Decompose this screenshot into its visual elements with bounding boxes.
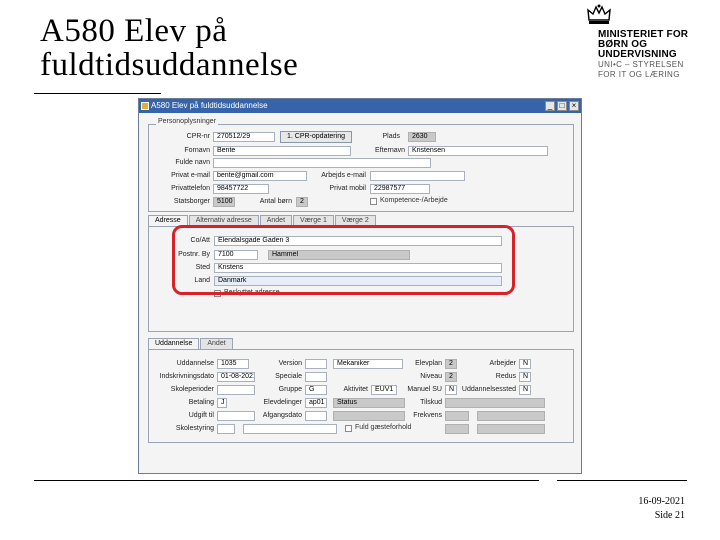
fornavn-field[interactable]: Bente — [213, 146, 351, 156]
tilskud-field — [445, 398, 545, 408]
title-underline — [34, 93, 161, 94]
uddannelse-field[interactable]: 1035 — [217, 359, 249, 369]
fulde-navn-field[interactable] — [213, 158, 431, 168]
arbejder-field[interactable]: N — [519, 359, 531, 369]
highlight-ring — [172, 225, 515, 295]
manuel-su-field[interactable]: N — [445, 385, 457, 395]
slide-title: A580 Elev på fuldtidsuddannelse — [40, 14, 460, 82]
fuld-label: Fuld gæsteforhold — [355, 424, 412, 431]
elevplan-label: Elevplan — [415, 360, 442, 367]
privat-tlf-field[interactable]: 98457722 — [213, 184, 269, 194]
slide-title-line2: fuldtidsuddannelse — [40, 47, 299, 83]
version-label: Version — [278, 360, 302, 367]
arbejder-label: Arbejder — [489, 360, 516, 367]
niveau-label: Niveau — [420, 373, 442, 380]
speciale-label: Speciale — [275, 373, 302, 380]
maximize-button[interactable]: □ — [557, 101, 567, 111]
tab-andet-2[interactable]: Andet — [200, 338, 233, 349]
cpr-field[interactable]: 270512/29 — [213, 132, 275, 142]
udgift-label: Udgift til — [188, 412, 214, 419]
footer-rule-left — [34, 480, 539, 481]
email-label: Privat e-mail — [171, 172, 210, 179]
skoledatoer-field[interactable] — [217, 385, 255, 395]
row6-grey-field-1 — [445, 424, 469, 434]
frekvens-field — [445, 411, 469, 421]
efternavn-field[interactable]: Kristensen — [408, 146, 548, 156]
logo-text-line4: UNI•C – STYRELSEN — [598, 60, 684, 69]
manuel-su-label: Manuel SU — [407, 386, 442, 393]
redus-label: Redus — [495, 373, 516, 380]
kompetence-label: Kompetence-/Arbejde — [380, 197, 448, 204]
betaling-field[interactable]: J — [217, 398, 227, 408]
statsborger-field[interactable]: 5100 — [213, 197, 235, 207]
fulde-navn-label: Fulde navn — [175, 159, 210, 166]
plads-label: Plads — [382, 133, 400, 140]
arbejds-email-field[interactable] — [370, 171, 465, 181]
logo-text-line5: FOR IT OG LÆRING — [598, 70, 680, 79]
fuld-checkbox[interactable] — [345, 425, 352, 432]
afgang-extra-field — [333, 411, 405, 421]
tab-uddannelse[interactable]: Uddannelse — [148, 338, 200, 349]
footer-date: 16-09-2021 — [638, 496, 685, 507]
crown-icon — [587, 4, 611, 24]
kompetence-checkbox[interactable] — [370, 198, 377, 205]
education-tabs: Uddannelse Andet — [148, 338, 234, 349]
antal-born-field[interactable]: 2 — [296, 197, 308, 207]
aktivitet-field[interactable]: EUV1 — [371, 385, 397, 395]
close-button[interactable]: × — [569, 101, 579, 111]
afgang-label: Afgangsdato — [262, 412, 302, 419]
titel-field[interactable]: Mekaniker — [333, 359, 403, 369]
cpr-update-button[interactable]: 1. CPR-opdatering — [280, 131, 352, 143]
footer-rule-right — [557, 480, 687, 481]
uddannelse-label: Uddannelse — [176, 360, 214, 367]
minimize-button[interactable]: _ — [545, 101, 555, 111]
redus-field[interactable]: N — [519, 372, 531, 382]
efternavn-label: Efternavn — [375, 147, 405, 154]
afgang-field[interactable] — [305, 411, 327, 421]
elevplan-field[interactable]: 2 — [445, 359, 457, 369]
privat-mobil-label: Privat mobil — [329, 185, 366, 192]
row6-grey-field-2 — [477, 424, 545, 434]
frekvens-label: Frekvens — [413, 412, 442, 419]
skolestyring-field[interactable] — [217, 424, 235, 434]
frekvens-extra-field — [477, 411, 545, 421]
logo-text-line3: UNDERVISNING — [598, 49, 677, 60]
ministry-logo: MINISTERIET FOR BØRN OG UNDERVISNING UNI… — [584, 4, 704, 84]
indskrivning-field[interactable]: 01-08-2021 — [217, 372, 255, 382]
footer-page-number: Side 21 — [654, 510, 685, 521]
udd-sted-label: Uddannelsessted — [461, 386, 516, 393]
skoledatoer-label: Skoleperioder — [170, 386, 214, 393]
status-field: Status — [333, 398, 405, 408]
privat-mobil-field[interactable]: 22987577 — [370, 184, 430, 194]
gruppe-label: Gruppe — [278, 386, 302, 393]
app-icon — [141, 102, 149, 110]
udgift-field[interactable] — [217, 411, 255, 421]
person-frame-label: Personoplysninger — [156, 118, 218, 125]
elevdelinger-field[interactable]: ap01 — [305, 398, 327, 408]
betaling-label: Betaling — [188, 399, 214, 406]
plads-field: 2630 — [408, 132, 436, 142]
skolestyring-extra-field[interactable] — [243, 424, 337, 434]
aktivitet-label: Aktivitet — [343, 386, 368, 393]
udd-sted-field[interactable]: N — [519, 385, 531, 395]
window-titlebar[interactable]: A580 Elev på fuldtidsuddannelse _ □ × — [139, 99, 581, 113]
tilskud-label: Tilskud — [420, 399, 442, 406]
elevdelinger-label: Elevdelinger — [263, 399, 302, 406]
skolestyring-label: Skolestyring — [175, 425, 214, 432]
slide-title-line1: A580 Elev på — [40, 13, 228, 49]
indskrivning-label: Indskrivningsdato — [159, 373, 214, 380]
arbejds-email-label: Arbejds e-mail — [321, 172, 366, 179]
speciale-field[interactable] — [305, 372, 327, 382]
statsborger-label: Statsborger — [173, 198, 210, 205]
cpr-label: CPR-nr — [186, 133, 210, 140]
window-title: A580 Elev på fuldtidsuddannelse — [151, 101, 268, 110]
fornavn-label: Fornavn — [184, 147, 210, 154]
email-field[interactable]: bente@gmail.com — [213, 171, 307, 181]
antal-born-label: Antal børn — [259, 198, 292, 205]
gruppe-field[interactable]: G — [305, 385, 327, 395]
niveau-field[interactable]: 2 — [445, 372, 457, 382]
version-field[interactable] — [305, 359, 327, 369]
privat-tlf-label: Privattelefon — [171, 185, 210, 192]
